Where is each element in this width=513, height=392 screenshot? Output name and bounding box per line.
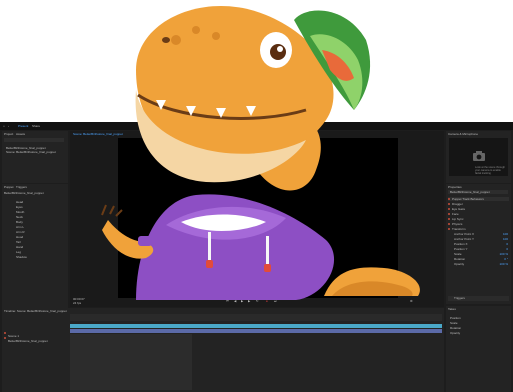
- param-label: Rotation: [454, 257, 466, 261]
- tab-assets[interactable]: Assets: [16, 132, 25, 136]
- track-name: Scene 1: [8, 334, 20, 338]
- param-value[interactable]: 0 °: [504, 257, 508, 261]
- behavior-label: Dragger: [452, 202, 463, 206]
- behavior-label: Puppet Track Behaviors: [452, 197, 484, 201]
- behavior-section[interactable]: Transform: [448, 227, 509, 231]
- layer-item[interactable]: Eyes: [16, 205, 23, 209]
- tab-camera[interactable]: Camera & Microphone: [448, 132, 478, 136]
- param-label: Opacity: [454, 262, 465, 266]
- layer-item[interactable]: Neck: [16, 215, 23, 219]
- timeline-tab[interactable]: Timeline: Scene: BetterBirthstone_final_…: [4, 309, 67, 313]
- behavior-toggle-icon[interactable]: [448, 218, 450, 221]
- layer-item[interactable]: Hand: [16, 245, 23, 249]
- layer-item[interactable]: Shadow: [16, 255, 27, 259]
- layer-item[interactable]: Tail: [16, 240, 21, 244]
- takes-row: Opacity: [450, 331, 461, 335]
- puppet-track-bar[interactable]: [70, 329, 442, 333]
- param-label: Scale: [454, 252, 462, 256]
- param-label: Position Y: [454, 247, 468, 251]
- behavior-toggle-icon[interactable]: [448, 223, 450, 226]
- layer-eye-column: [4, 199, 14, 269]
- takes-row: Rotation: [450, 326, 462, 330]
- layer-item[interactable]: Arm R: [16, 230, 25, 234]
- takes-panel: Takes Position Scale Rotation Opacity: [446, 306, 511, 392]
- takes-row: Scale: [450, 321, 458, 325]
- tab-present[interactable]: Present: [18, 124, 28, 128]
- home-icon[interactable]: ⌂: [3, 124, 5, 128]
- layer-item[interactable]: Arm L: [16, 225, 24, 229]
- param-value[interactable]: 100: [503, 232, 508, 236]
- behavior-section[interactable]: Lip Sync: [448, 217, 509, 221]
- param-row[interactable]: Scale 100 %: [454, 252, 508, 256]
- project-panel: Project Assets BetterBirthstone_final_pu…: [2, 131, 68, 183]
- layer-item[interactable]: Body: [16, 220, 23, 224]
- track-name: BetterBirthstone_final_puppet: [8, 339, 48, 343]
- param-label: Anchor Point X: [454, 232, 475, 236]
- scene-track-bar[interactable]: [70, 324, 442, 328]
- param-row[interactable]: Anchor Point X 100: [454, 232, 508, 236]
- param-value[interactable]: 100: [503, 237, 508, 241]
- work-area: [70, 334, 192, 390]
- tab-project[interactable]: Project: [4, 132, 13, 136]
- layer-item[interactable]: Head: [16, 200, 23, 204]
- camera-preview: Look at the scene through your camera to…: [449, 138, 508, 176]
- behavior-toggle-icon[interactable]: [448, 203, 450, 206]
- behavior-label: Lip Sync: [452, 217, 464, 221]
- puppet-title: BetterBirthstone_final_puppet: [4, 191, 44, 195]
- param-value[interactable]: 0: [506, 247, 508, 251]
- takes-row: Position: [450, 316, 461, 320]
- triggers-section[interactable]: Triggers: [448, 296, 509, 301]
- search-input[interactable]: [4, 138, 64, 142]
- camera-icon: [473, 151, 485, 161]
- param-row[interactable]: Anchor Point Y 100: [454, 237, 508, 241]
- time-ruler[interactable]: [70, 314, 442, 321]
- list-item[interactable]: Scene: BetterBirthstone_final_puppet: [6, 150, 56, 154]
- layer-item[interactable]: Hood: [16, 235, 23, 239]
- behavior-toggle-icon[interactable]: [448, 213, 450, 216]
- behavior-section[interactable]: Puppet Track Behaviors: [448, 197, 509, 201]
- behavior-label: Transform: [452, 227, 466, 231]
- layer-item[interactable]: Mouth: [16, 210, 24, 214]
- param-row[interactable]: Opacity 100 %: [454, 262, 508, 266]
- behavior-label: Face: [452, 212, 459, 216]
- behavior-toggle-icon[interactable]: [448, 228, 450, 231]
- behavior-toggle-icon[interactable]: [448, 198, 450, 201]
- behavior-label: Physics: [452, 222, 463, 226]
- track-row[interactable]: BetterBirthstone_final_puppet: [4, 329, 68, 343]
- tab-triggers[interactable]: Triggers: [16, 185, 27, 189]
- dinosaur-illustration: [101, 6, 420, 300]
- layer-item[interactable]: Leg: [16, 250, 21, 254]
- camera-hint: Look at the scene through your camera to…: [475, 166, 505, 175]
- behavior-section[interactable]: Eye Gaze: [448, 207, 509, 211]
- behavior-section[interactable]: Physics: [448, 222, 509, 226]
- param-label: Anchor Point Y: [454, 237, 474, 241]
- camera-panel: Camera & Microphone Look at the scene th…: [446, 131, 511, 183]
- takes-title: Takes: [448, 307, 456, 311]
- layer-list: Head Eyes Mouth Neck Body Arm L Arm R Hood Tail H…: [16, 200, 64, 264]
- param-label: Position X: [454, 242, 468, 246]
- param-row[interactable]: Position Y 0: [454, 247, 508, 251]
- param-row[interactable]: Rotation 0 °: [454, 257, 508, 261]
- behavior-section[interactable]: Dragger: [448, 202, 509, 206]
- param-value[interactable]: 100 %: [499, 252, 508, 256]
- timeline-panel: Timeline: Scene: BetterBirthstone_final_…: [2, 308, 444, 392]
- behavior-label: Eye Gaze: [452, 207, 466, 211]
- param-row[interactable]: Position X 0: [454, 242, 508, 246]
- properties-panel: Properties BetterBirthstone_final_puppet…: [446, 184, 511, 304]
- behavior-toggle-icon[interactable]: [448, 208, 450, 211]
- behavior-section[interactable]: Face: [448, 212, 509, 216]
- back-icon[interactable]: ‹: [8, 124, 9, 128]
- tab-share[interactable]: Share: [32, 124, 40, 128]
- param-value[interactable]: 0: [506, 242, 508, 246]
- param-value[interactable]: 100 %: [499, 262, 508, 266]
- tab-properties[interactable]: Properties: [448, 185, 462, 189]
- tab-puppet[interactable]: Puppet: [4, 185, 14, 189]
- puppet-name-field: BetterBirthstone_final_puppet: [448, 190, 508, 194]
